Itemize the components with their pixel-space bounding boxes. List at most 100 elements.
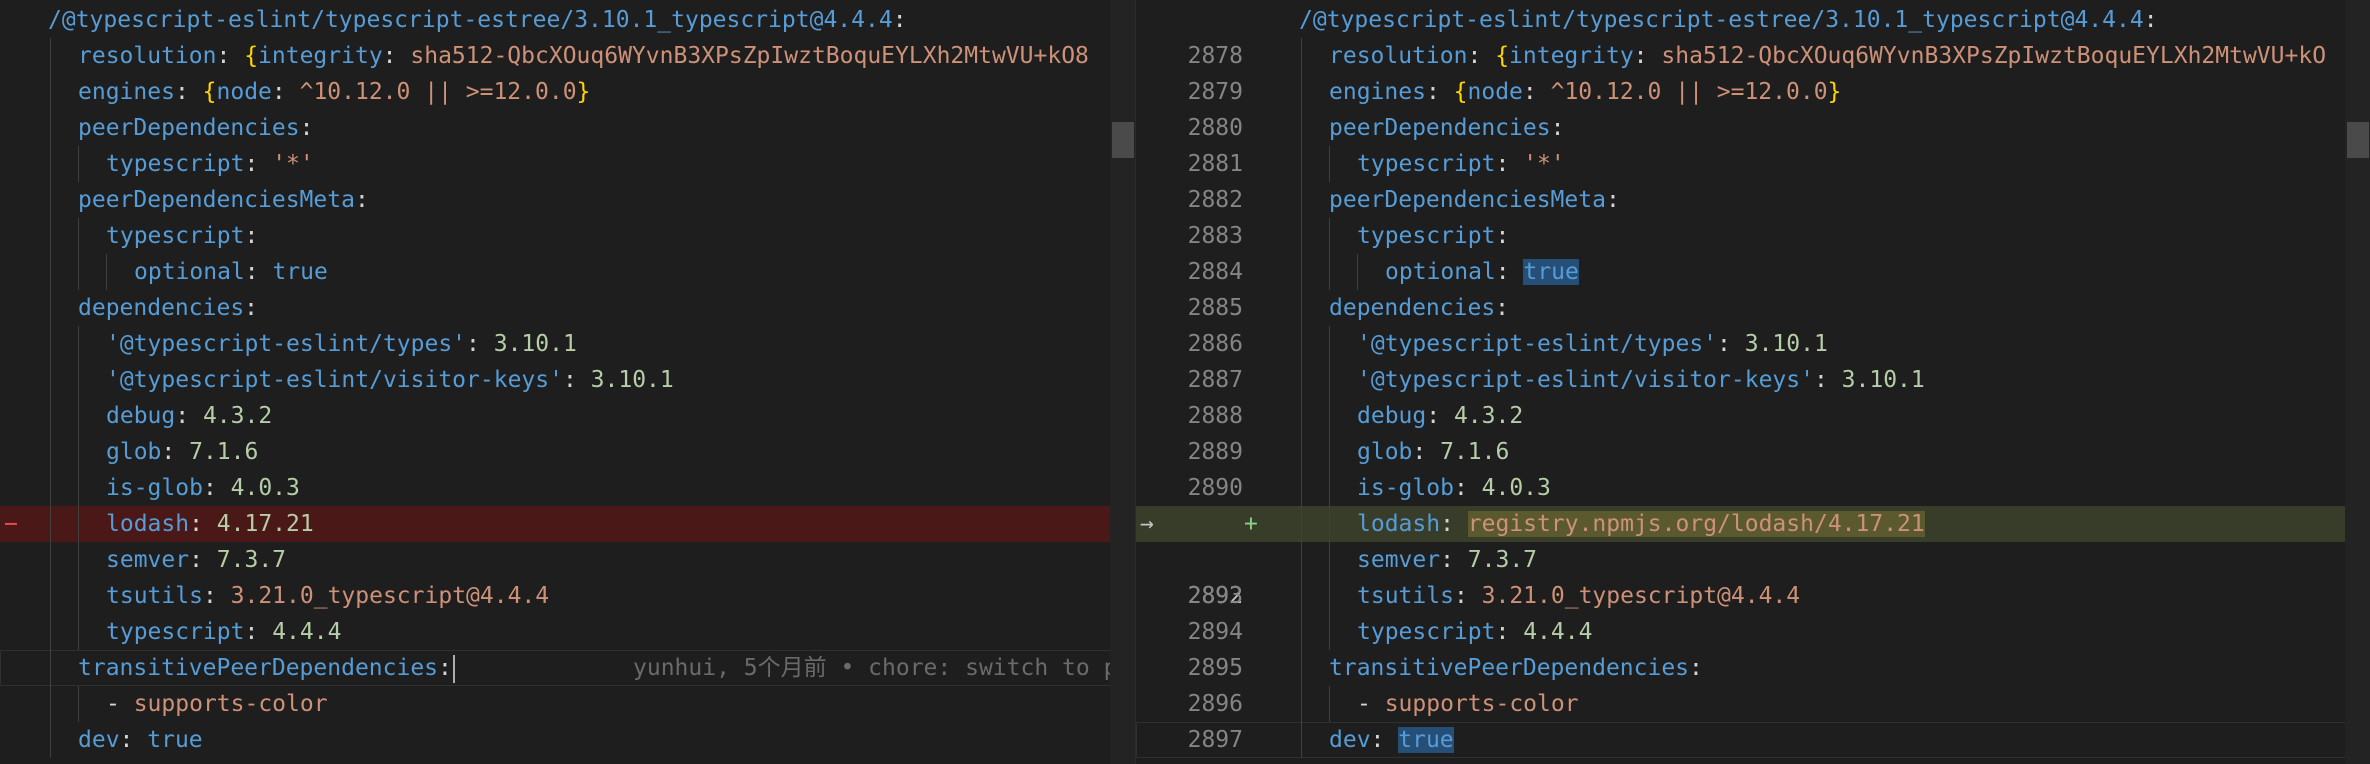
yaml-key: '@typescript-eslint/types' [1357,331,1718,357]
code-line[interactable]: 2895 typescript: 4.4.4 [1136,614,2370,681]
code-line[interactable]: /@typescript-eslint/typescript-estree/3.… [0,2,1135,38]
code-line[interactable]: '@typescript-eslint/types': 3.10.1 [0,326,1135,362]
indent-guide [1301,686,1302,722]
colon: : [244,259,273,285]
colon: : [1440,547,1468,573]
colon: : [466,331,494,357]
indent-guide [78,398,79,434]
code-line[interactable]: engines: {node: ^10.12.0 || >=12.0.0} [0,74,1135,110]
yaml-key: node [1467,79,1523,105]
code-line[interactable]: 2886 dependencies: [1136,290,2370,357]
colon: : [244,223,259,249]
vertical-scrollbar[interactable] [2345,0,2370,764]
current-line[interactable]: transitivePeerDependencies: yunhui, 5个月前 … [0,650,1135,686]
code-line[interactable]: 2889 debug: 4.3.2 [1136,398,2370,465]
added-line[interactable]: → 2892 + lodash: registry.npmjs.org/loda… [1136,506,2370,609]
code-line[interactable]: debug: 4.3.2 [0,398,1135,434]
code-line[interactable]: dev: true [0,722,1135,758]
colon: : [271,79,300,105]
original-editor-pane[interactable]: /@typescript-eslint/typescript-estree/3.… [0,0,1135,764]
code-line[interactable]: optional: true [0,254,1135,290]
brace: { [1453,79,1468,105]
yaml-boolean: true [272,259,328,285]
colon: : [189,547,217,573]
scrollbar-thumb[interactable] [1112,122,1134,158]
code-line[interactable]: 2894 tsutils: 3.21.0_typescript@4.4.4 [1136,578,2370,645]
yaml-key: peerDependenciesMeta [1329,187,1606,213]
code-line[interactable]: resolution: {integrity: sha512-QbcXOuq6W… [0,38,1135,74]
code-line[interactable]: 2882 typescript: '*' [1136,146,2370,213]
code-line[interactable]: 2879 resolution: {integrity: sha512-QbcX… [1136,38,2370,105]
code-line[interactable]: 2881 peerDependencies: [1136,110,2370,177]
git-blame-annotation[interactable]: yunhui, 5个月前 • chore: switch to pnpm ( [633,650,1135,686]
code-line[interactable]: 2891 is-glob: 4.0.3 [1136,470,2370,537]
code-line[interactable]: 2890 glob: 7.1.6 [1136,434,2370,501]
code-line[interactable]: peerDependenciesMeta: [0,182,1135,218]
vertical-scrollbar[interactable] [1110,0,1135,764]
indent-guide [78,686,79,722]
colon: : [1495,259,1524,285]
code-line[interactable]: typescript: '*' [0,146,1135,182]
indent-guide [106,254,107,290]
code-line[interactable]: '@typescript-eslint/visitor-keys': 3.10.… [0,362,1135,398]
yaml-key: typescript [1357,151,1496,177]
current-line[interactable]: 2898 dev: true [1136,722,2370,764]
yaml-string: '*' [272,151,314,177]
code-line[interactable]: is-glob: 4.0.3 [0,470,1135,506]
indent-guide [1329,218,1330,254]
brace: { [244,43,259,69]
code-line[interactable]: glob: 7.1.6 [0,434,1135,470]
code-line[interactable]: 2878 /@typescript-eslint/typescript-estr… [1136,2,2370,69]
code-line[interactable]: 2885 optional: true [1136,254,2370,321]
brace: } [576,79,591,105]
colon: : [1522,79,1551,105]
indent-guide [78,254,79,290]
indent-guide [1301,290,1302,326]
yaml-number: 7.3.7 [1467,547,1538,573]
indent-guide [50,74,51,110]
yaml-key: integrity [258,43,383,69]
code-line[interactable]: typescript: 4.4.4 [0,614,1135,650]
indent-guide [78,218,79,254]
colon: : [382,43,411,69]
yaml-key: resolution [78,43,217,69]
yaml-key: glob [106,439,162,465]
modified-editor-pane[interactable]: 2878 /@typescript-eslint/typescript-estr… [1135,0,2370,764]
colon: : [1717,331,1745,357]
indent-guide [50,326,51,362]
code-line[interactable]: 2883 peerDependenciesMeta: [1136,182,2370,249]
added-marker: + [1244,511,1258,537]
code-line[interactable]: 2888 '@typescript-eslint/visitor-keys': … [1136,362,2370,429]
code-line[interactable]: dependencies: [0,290,1135,326]
code-line[interactable]: 2897 - supports-color [1136,686,2370,753]
indent-guide [78,362,79,398]
code-line[interactable]: peerDependencies: [0,110,1135,146]
code-line[interactable]: 2887 '@typescript-eslint/types': 3.10.1 [1136,326,2370,393]
indent-guide [1301,722,1302,758]
indent-guide [1329,398,1330,434]
code-line[interactable]: typescript: [0,218,1135,254]
code-line[interactable]: 2884 typescript: [1136,218,2370,285]
indent-guide [1329,614,1330,650]
yaml-string: sha512-QbcXOuq6WYvnB3XPsZpIwztBoquEYLXh2… [410,43,1089,69]
yaml-key: engines [1329,79,1426,105]
text-cursor [452,654,455,683]
code-line[interactable]: 2880 engines: {node: ^10.12.0 || >=12.0.… [1136,74,2370,141]
indent-guide [1301,398,1302,434]
indent-guide [78,326,79,362]
scrollbar-thumb[interactable] [2347,122,2369,158]
yaml-key: '@typescript-eslint/visitor-keys' [106,367,563,393]
removed-line[interactable]: − lodash: 4.17.21 [0,506,1135,542]
code-line[interactable]: 2896 transitivePeerDependencies: [1136,650,2370,717]
code-line[interactable]: tsutils: 3.21.0_typescript@4.4.4 [0,578,1135,614]
indent-guide [1301,542,1302,578]
yaml-number: 3.10.1 [493,331,577,357]
arrow-right-icon[interactable]: → [1140,506,1154,542]
code-line[interactable]: semver: 7.3.7 [0,542,1135,578]
brace: { [1495,43,1510,69]
code-line[interactable]: 2893 semver: 7.3.7 [1136,542,2370,609]
code-line[interactable]: - supports-color [0,686,1135,722]
yaml-key: is-glob [1357,475,1454,501]
colon: : [244,619,273,645]
colon: : [1467,43,1496,69]
